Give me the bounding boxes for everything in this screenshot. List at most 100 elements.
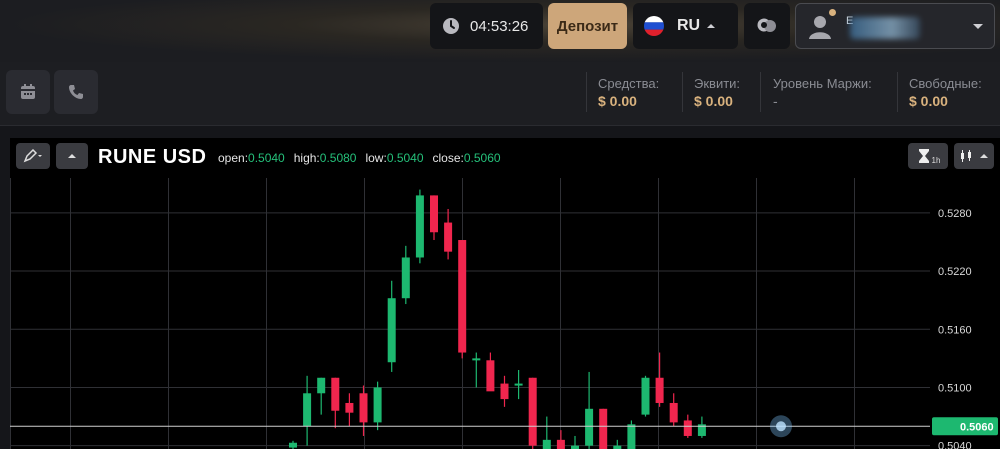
language-selector[interactable]: RU (633, 3, 738, 49)
deposit-label: Депозит (556, 17, 619, 35)
divider (682, 72, 683, 112)
candle-body (556, 439, 565, 449)
candle-body (500, 383, 509, 400)
chat-bubbles-icon (757, 18, 776, 32)
margin-level-value: - (773, 93, 778, 109)
candle-body (401, 257, 410, 299)
funds-label: Средства: (598, 76, 660, 91)
candle-body (599, 408, 608, 449)
low-label: low: (365, 151, 387, 165)
timeframe-subscript: 1h (931, 155, 941, 165)
equity-value: $ 0.00 (694, 93, 733, 109)
margin-level-stat: Уровень Маржи: - (773, 76, 872, 109)
current-price-marker: 0.5060 (10, 415, 998, 438)
candle-body (430, 195, 438, 233)
top-bar: 04:53:26 Депозит RU (0, 0, 1000, 62)
account-bar: Средства: $ 0.00 Эквити: $ 0.00 Уровень … (0, 62, 1000, 126)
close-label: close: (432, 151, 464, 165)
language-code: RU (677, 17, 701, 34)
hourglass-icon (918, 149, 929, 163)
open-label: open: (218, 151, 249, 165)
candle-body (571, 445, 579, 449)
free-margin-label: Свободные: (909, 76, 982, 91)
user-menu[interactable]: E (795, 3, 995, 49)
candlestick-plot[interactable]: 0.5280 0.5220 0.5160 0.5100 0.5040 0.5060 (10, 178, 1000, 449)
chevron-up-icon (980, 154, 988, 158)
candle-body (359, 393, 368, 423)
margin-level-label: Уровень Маржи: (773, 76, 872, 91)
close-value: 0.5060 (463, 151, 501, 165)
price-tick-label: 0.5160 (938, 324, 972, 336)
pen-icon (23, 149, 42, 163)
equity-label: Эквити: (694, 76, 741, 91)
equity-stat: Эквити: $ 0.00 (694, 76, 740, 109)
divider (760, 72, 761, 112)
candles (289, 189, 706, 449)
russia-flag-icon (644, 16, 664, 36)
candle-body (655, 377, 664, 403)
candle-body (627, 424, 636, 449)
divider (586, 72, 587, 112)
candle-body (303, 393, 312, 427)
candle-body (669, 402, 678, 423)
clock-icon (443, 18, 459, 34)
candle-body (444, 222, 453, 252)
clock-time: 04:53:26 (470, 17, 529, 35)
funds-stat: Средства: $ 0.00 (598, 76, 659, 109)
candle-body (683, 420, 692, 436)
grid-lines (10, 178, 930, 449)
open-value: 0.5040 (248, 151, 285, 165)
candle-body (542, 439, 551, 449)
low-value: 0.5040 (386, 151, 424, 165)
ohlc-readout: open:0.5040 high:0.5080 low:0.5040 close:0.… (218, 151, 510, 165)
high-label: high: (293, 151, 320, 165)
candle-body (641, 377, 650, 415)
social-button[interactable] (744, 3, 790, 49)
price-tick-label: 0.5040 (938, 441, 972, 449)
symbol-name: RUNE USD (98, 146, 207, 168)
user-name-area: E (844, 11, 934, 41)
collapse-button[interactable] (56, 143, 88, 169)
candle-body (345, 402, 354, 413)
candle-body (528, 377, 537, 446)
phone-icon (69, 85, 83, 99)
caret-down-icon (973, 24, 983, 29)
divider (897, 72, 898, 112)
chart-header: RUNE USD open:0.5040 high:0.5080 low:0.504… (10, 138, 1000, 178)
phone-button[interactable] (54, 70, 98, 114)
chart-type-button[interactable] (954, 143, 994, 169)
candle-body (458, 240, 467, 353)
notification-dot (828, 8, 837, 17)
calendar-button[interactable] (6, 70, 50, 114)
funds-value: $ 0.00 (598, 93, 637, 109)
caret-up-icon (707, 24, 716, 28)
chevron-up-icon (68, 154, 76, 158)
candle-body (472, 358, 481, 361)
candle-body (415, 195, 424, 258)
candle-body (514, 383, 523, 386)
candle-body (613, 445, 622, 449)
free-margin-stat: Свободные: $ 0.00 (909, 76, 982, 109)
candle-body (373, 387, 382, 423)
candle-body (486, 360, 495, 392)
candle-body (289, 442, 297, 448)
candle-body (387, 298, 396, 363)
free-margin-value: $ 0.00 (909, 93, 948, 109)
high-value: 0.5080 (319, 151, 357, 165)
price-chart[interactable]: RUNE USD open:0.5040 high:0.5080 low:0.504… (10, 138, 1000, 449)
price-tick-label: 0.5220 (938, 266, 972, 278)
timeframe-button[interactable]: 1h (908, 143, 948, 169)
server-clock: 04:53:26 (430, 3, 543, 49)
candle-body (585, 408, 594, 446)
calendar-icon (21, 84, 35, 99)
avatar (806, 8, 837, 40)
candle-body (331, 377, 340, 411)
price-tick-label: 0.5280 (938, 208, 972, 220)
candles-icon (961, 150, 971, 162)
price-axis: 0.5280 0.5220 0.5160 0.5100 0.5040 (938, 208, 972, 449)
current-price-label: 0.5060 (960, 421, 994, 433)
drawing-tools-button[interactable] (16, 143, 50, 169)
deposit-button[interactable]: Депозит (548, 3, 627, 49)
candle-body (317, 377, 326, 394)
current-price-dot (776, 421, 786, 432)
